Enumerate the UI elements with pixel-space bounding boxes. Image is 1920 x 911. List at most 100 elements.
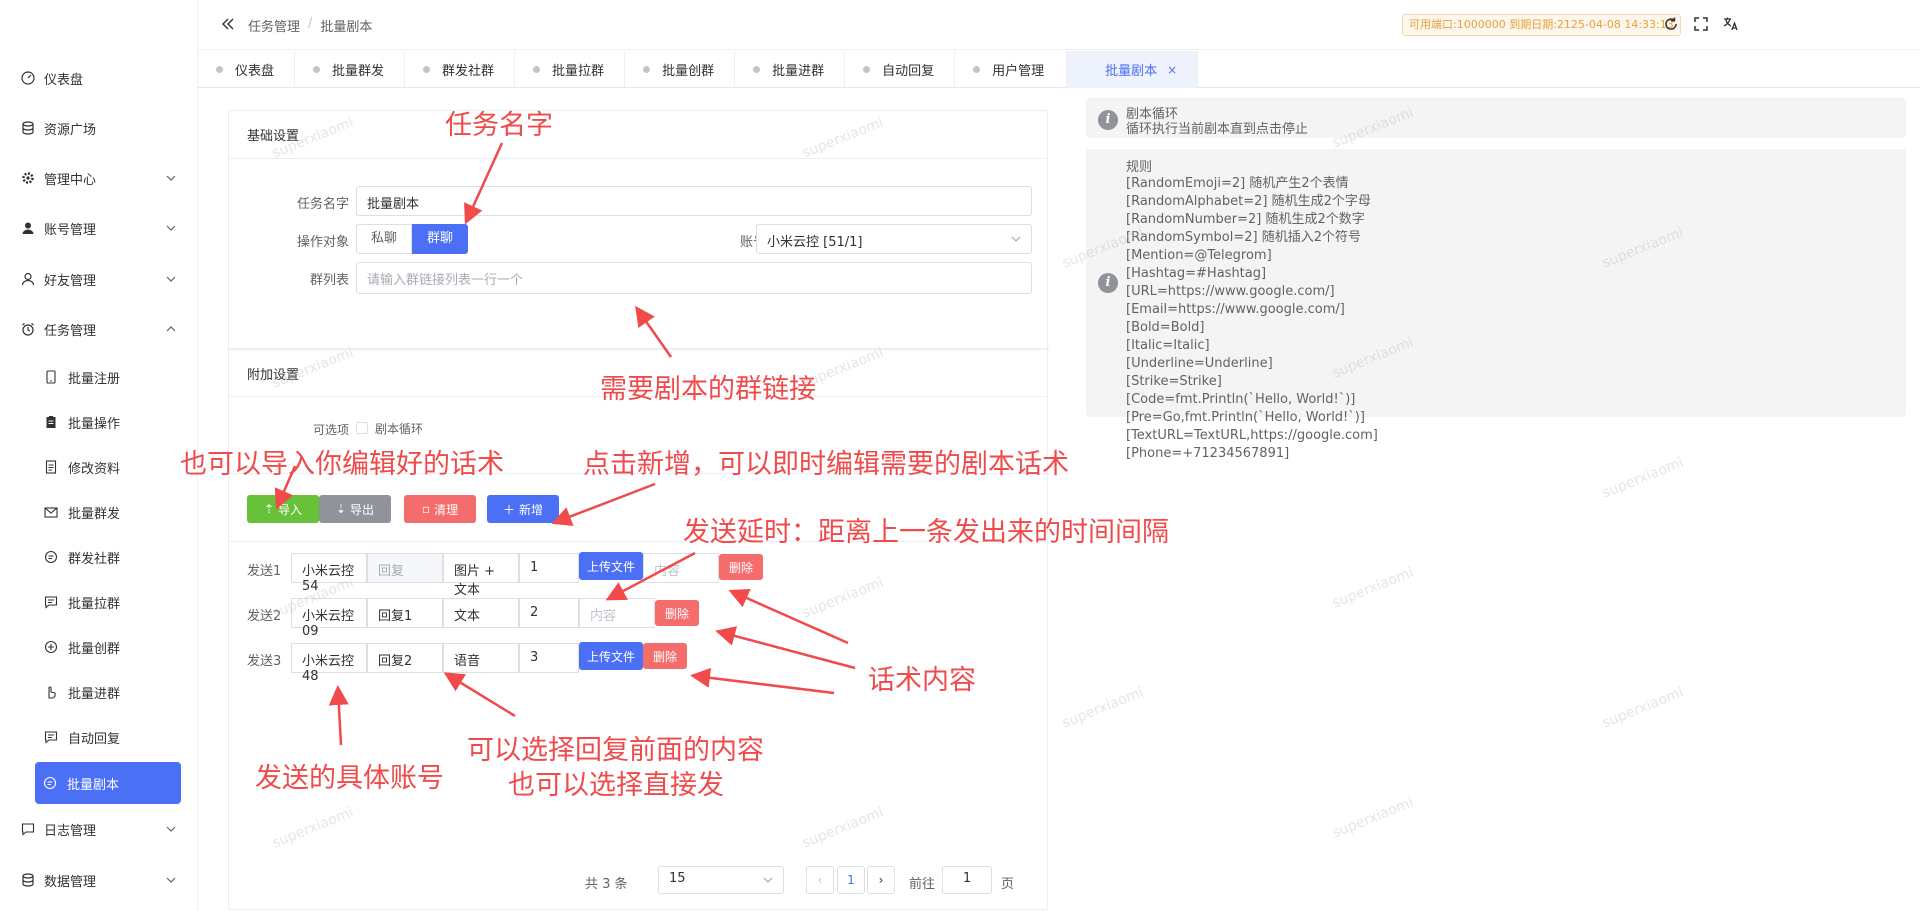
row-type-select[interactable]: 图片 + 文本	[443, 553, 519, 598]
sidebar-sub-batch-create-group[interactable]: 批量创群	[36, 627, 181, 667]
tab-community-broadcast[interactable]: 群发社群	[405, 51, 516, 88]
tab-auto-reply[interactable]: 自动回复	[845, 51, 956, 88]
row-reply-select[interactable]: 回复2	[367, 643, 443, 673]
tab-dot	[533, 66, 541, 73]
sidebar-item-friends[interactable]: 好友管理	[20, 259, 180, 299]
tab-batch-script[interactable]: 批量剧本 ×	[1067, 51, 1199, 88]
chat-bubble-icon	[43, 776, 57, 790]
page-size-select[interactable]: 15	[658, 866, 784, 894]
sub-item-label: 批量创群	[68, 641, 121, 657]
rules-list: [RandomEmoji=2] 随机产生2个表情 [RandomAlphabet…	[1126, 175, 1378, 463]
page-number[interactable]: 1	[837, 866, 865, 894]
sidebar-item-dashboard[interactable]: 仪表盘	[20, 58, 180, 98]
account-group-select[interactable]: 小米云控 [51/1]	[756, 224, 1032, 254]
row-content-input[interactable]: 内容	[643, 553, 719, 583]
collapse-sidebar-icon[interactable]	[220, 16, 236, 32]
task-name-input[interactable]: 批量剧本	[356, 186, 1032, 216]
row-account-select[interactable]: 小米云控09	[291, 598, 367, 639]
sidebar-sub-batch-broadcast[interactable]: 批量群发	[36, 492, 181, 532]
rule-line: [RandomSymbol=2] 随机插入2个符号	[1126, 230, 1361, 245]
clipboard-icon	[44, 415, 58, 429]
row-delay-input[interactable]: 3	[519, 643, 579, 673]
tab-dot	[973, 66, 981, 73]
rule-line: [Underline=Underline]	[1126, 356, 1273, 371]
tab-dashboard[interactable]: 仪表盘	[198, 51, 296, 88]
row-delay-input[interactable]: 2	[519, 598, 579, 628]
sidebar-item-management[interactable]: 管理中心	[20, 158, 180, 198]
export-button[interactable]: ⇣ 导出	[319, 495, 391, 523]
fullscreen-icon[interactable]	[1692, 15, 1710, 33]
goto-page-input[interactable]: 1	[942, 866, 992, 894]
pagination-total: 共 3 条	[585, 877, 628, 892]
sidebar-item-resources[interactable]: 资源广场	[20, 108, 180, 148]
chevron-down-icon	[166, 826, 176, 832]
extra-settings-title: 附加设置	[229, 349, 1049, 397]
row-reply-select[interactable]: 回复	[367, 553, 443, 583]
row-account-select[interactable]: 小米云控54	[291, 553, 367, 594]
tab-batch-broadcast[interactable]: 批量群发	[295, 51, 406, 88]
chevron-down-icon	[1011, 236, 1021, 242]
tab-label: 批量群发	[332, 64, 385, 79]
download-icon: ⇣	[335, 502, 347, 516]
row-delete-button[interactable]: 删除	[719, 554, 763, 580]
upload-file-button[interactable]: 上传文件	[579, 642, 643, 670]
sidebar-item-accounts[interactable]: 账号管理	[20, 208, 180, 248]
tab-batch-pull-group[interactable]: 批量拉群	[515, 51, 626, 88]
refresh-icon[interactable]	[1662, 15, 1680, 33]
upload-file-button[interactable]: 上传文件	[579, 552, 643, 580]
row-account-select[interactable]: 小米云控48	[291, 643, 367, 684]
tab-batch-join-group[interactable]: 批量进群	[735, 51, 846, 88]
sidebar-sub-batch-join-group[interactable]: 批量进群	[36, 672, 181, 712]
plus-circle-icon	[44, 640, 58, 654]
translate-icon[interactable]	[1722, 15, 1740, 33]
sidebar-item-tasks[interactable]: 任务管理	[20, 309, 180, 349]
sidebar-item-label: 任务管理	[44, 323, 97, 339]
add-button[interactable]: ＋ 新增	[487, 495, 559, 523]
group-list-textarea[interactable]: 请输入群链接列表一行一个	[356, 262, 1032, 294]
row-delete-button[interactable]: 删除	[655, 600, 699, 626]
clear-button[interactable]: ▫ 清理	[404, 495, 476, 523]
sub-item-label: 自动回复	[68, 731, 121, 747]
row-type-select[interactable]: 文本	[443, 598, 519, 628]
divider	[229, 473, 1049, 474]
chevron-down-icon	[166, 175, 176, 181]
alarm-icon	[20, 321, 36, 337]
row-delay-input[interactable]: 1	[519, 553, 579, 583]
sidebar-item-data[interactable]: 数据管理	[20, 860, 180, 900]
sidebar-sub-batch-operation[interactable]: 批量操作	[36, 402, 181, 442]
row-label: 发送2	[247, 609, 282, 624]
sidebar-sub-batch-register[interactable]: 批量注册	[36, 357, 181, 397]
row-reply-select[interactable]: 回复1	[367, 598, 443, 628]
sidebar-sub-auto-reply[interactable]: 自动回复	[36, 717, 181, 757]
sidebar-item-label: 好友管理	[44, 273, 97, 289]
main-content: 基础设置 任务名字 批量剧本 操作对象 私聊 群聊 账号组 小米云控 [51/1…	[198, 88, 1920, 911]
task-name-label: 任务名字	[296, 197, 349, 212]
tab-label: 自动回复	[882, 64, 935, 79]
loop-checkbox[interactable]	[356, 422, 368, 434]
tab-dot	[216, 66, 223, 73]
prev-page-button[interactable]: ‹	[806, 866, 834, 894]
sidebar-item-logs[interactable]: 日志管理	[20, 809, 180, 849]
private-chat-option[interactable]: 私聊	[356, 224, 413, 254]
breadcrumb-item[interactable]: 任务管理	[248, 16, 300, 35]
row-type-select[interactable]: 语音	[443, 643, 519, 673]
sidebar-sub-edit-profile[interactable]: 修改资料	[36, 447, 181, 487]
rule-line: [Bold=Bold]	[1126, 320, 1205, 335]
row-delete-button[interactable]: 删除	[643, 643, 687, 669]
app-root: 仪表盘 资源广场 管理中心 账号管理 好友管理 任务管理 批量注册 批量操作 修…	[0, 0, 1920, 911]
loop-checkbox-label[interactable]: 剧本循环	[375, 420, 423, 437]
sidebar-sub-community-broadcast[interactable]: 群发社群	[36, 537, 181, 577]
tab-user-management[interactable]: 用户管理	[955, 51, 1068, 88]
sidebar-sub-batch-script[interactable]: 批量剧本	[35, 762, 181, 804]
row-content-input[interactable]: 内容	[579, 598, 655, 628]
chevron-down-icon	[166, 276, 176, 282]
breadcrumb-item: 批量剧本	[320, 20, 373, 35]
close-icon[interactable]: ×	[1167, 63, 1177, 77]
next-page-button[interactable]: ›	[867, 866, 895, 894]
import-button[interactable]: ⇡ 导入	[247, 495, 319, 523]
tab-batch-create-group[interactable]: 批量创群	[625, 51, 736, 88]
row-label: 发送1	[247, 564, 282, 579]
group-chat-option[interactable]: 群聊	[412, 224, 469, 254]
user-icon	[20, 220, 36, 236]
sidebar-sub-batch-pull-group[interactable]: 批量拉群	[36, 582, 181, 622]
